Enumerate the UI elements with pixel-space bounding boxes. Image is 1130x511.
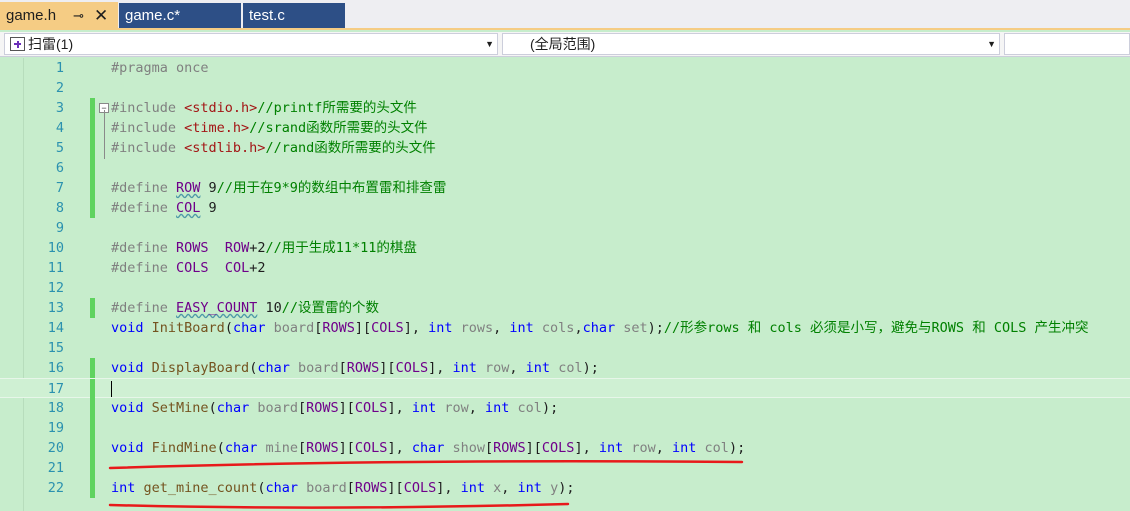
change-marker xyxy=(90,438,95,458)
code-line[interactable]: 14 void InitBoard(char board[ROWS][COLS],… xyxy=(0,318,1130,338)
line-number: 2 xyxy=(55,80,64,96)
scope-dropdown-value: (全局范围) xyxy=(530,36,596,52)
project-dropdown[interactable]: 扫雷(1) ▼ xyxy=(4,33,498,55)
change-marker xyxy=(90,478,95,498)
tab-label: game.c* xyxy=(125,7,181,24)
code-line[interactable]: 12 xyxy=(0,278,1130,298)
code-line[interactable]: 10 #define ROWS ROW+2//用于生成11*11的棋盘 xyxy=(0,238,1130,258)
code-text: #include <time.h>//srand函数所需要的头文件 xyxy=(111,120,428,136)
code-editor[interactable]: 1 #pragma once 2 3− #include <stdio.h>//prin… xyxy=(0,58,1130,511)
tab-game-c[interactable]: game.c* xyxy=(119,3,241,28)
tab-game-h[interactable]: game.h ⊸ ✕ xyxy=(0,2,118,30)
code-line[interactable]: 15 xyxy=(0,338,1130,358)
line-number: 12 xyxy=(47,280,64,296)
project-icon xyxy=(10,37,25,51)
code-line[interactable]: 2 xyxy=(0,78,1130,98)
code-line[interactable]: 5 #include <stdlib.h>//rand函数所需要的头文件 xyxy=(0,138,1130,158)
line-number: 21 xyxy=(47,460,64,476)
line-number: 6 xyxy=(55,160,64,176)
code-text: #define EASY_COUNT 10//设置雷的个数 xyxy=(111,300,379,316)
code-line[interactable]: 1 #pragma once xyxy=(0,58,1130,78)
line-number: 5 xyxy=(55,140,64,156)
code-text: #include <stdio.h>//printf所需要的头文件 xyxy=(111,100,417,116)
red-underline-line-22 xyxy=(108,502,570,509)
line-number: 22 xyxy=(47,480,64,496)
line-number: 11 xyxy=(47,260,64,276)
code-line[interactable]: 9 xyxy=(0,218,1130,238)
line-number: 17 xyxy=(47,381,64,397)
line-number: 9 xyxy=(55,220,64,236)
line-number: 7 xyxy=(55,180,64,196)
change-marker xyxy=(90,158,95,178)
project-dropdown-value: 扫雷(1) xyxy=(28,36,74,52)
tab-label: game.h xyxy=(6,7,57,24)
member-dropdown[interactable] xyxy=(1004,33,1130,55)
code-text: void DisplayBoard(char board[ROWS][COLS]… xyxy=(111,360,599,376)
code-text: void SetMine(char board[ROWS][COLS], int… xyxy=(111,400,559,416)
tab-label: test.c xyxy=(249,7,285,24)
code-line[interactable]: 17 xyxy=(0,378,1130,399)
line-number: 20 xyxy=(47,440,64,456)
fold-guide xyxy=(104,110,105,159)
code-text: #define COLS COL+2 xyxy=(111,260,266,276)
code-text: void InitBoard(char board[ROWS][COLS], i… xyxy=(111,320,1089,336)
line-number: 4 xyxy=(55,120,64,136)
code-text: #define ROW 9//用于在9*9的数组中布置雷和排查雷 xyxy=(111,180,447,196)
code-line[interactable]: 13 #define EASY_COUNT 10//设置雷的个数 xyxy=(0,298,1130,318)
line-number: 16 xyxy=(47,360,64,376)
chevron-down-icon: ▼ xyxy=(987,39,996,49)
code-text: void FindMine(char mine[ROWS][COLS], cha… xyxy=(111,440,746,456)
code-line[interactable]: 6 xyxy=(0,158,1130,178)
code-text: #pragma once xyxy=(111,60,209,76)
change-marker xyxy=(90,458,95,478)
line-number: 13 xyxy=(47,300,64,316)
change-marker xyxy=(90,298,95,318)
code-line[interactable]: 11 #define COLS COL+2 xyxy=(0,258,1130,278)
change-marker xyxy=(90,138,95,158)
code-line[interactable]: 4 #include <time.h>//srand函数所需要的头文件 xyxy=(0,118,1130,138)
code-text: #define ROWS ROW+2//用于生成11*11的棋盘 xyxy=(111,240,417,256)
code-text: #define COL 9 xyxy=(111,200,217,216)
code-line[interactable]: 22 int get_mine_count(char board[ROWS][CO… xyxy=(0,478,1130,498)
change-marker xyxy=(90,358,95,378)
code-line[interactable]: 19 xyxy=(0,418,1130,438)
change-marker xyxy=(90,198,95,218)
code-text: int get_mine_count(char board[ROWS][COLS… xyxy=(111,480,575,496)
text-caret xyxy=(111,381,112,397)
line-number: 15 xyxy=(47,340,64,356)
code-line[interactable]: 8 #define COL 9 xyxy=(0,198,1130,218)
code-line[interactable]: 18 void SetMine(char board[ROWS][COLS], i… xyxy=(0,398,1130,418)
code-line[interactable]: 20 void FindMine(char mine[ROWS][COLS], c… xyxy=(0,438,1130,458)
line-number: 19 xyxy=(47,420,64,436)
line-number: 1 xyxy=(55,60,64,76)
line-number: 8 xyxy=(55,200,64,216)
code-text: #include <stdlib.h>//rand函数所需要的头文件 xyxy=(111,140,436,156)
line-number: 10 xyxy=(47,240,64,256)
code-line[interactable]: 21 xyxy=(0,458,1130,478)
navigation-bar: 扫雷(1) ▼ (全局范围) ▼ xyxy=(0,32,1130,57)
close-icon[interactable]: ✕ xyxy=(94,2,108,30)
line-number: 14 xyxy=(47,320,64,336)
document-tab-bar: game.h ⊸ ✕ game.c* test.c xyxy=(0,0,1130,30)
change-marker xyxy=(90,98,95,118)
line-number: 18 xyxy=(47,400,64,416)
change-marker xyxy=(90,118,95,138)
code-line[interactable]: 7 #define ROW 9//用于在9*9的数组中布置雷和排查雷 xyxy=(0,178,1130,198)
code-line[interactable]: 3− #include <stdio.h>//printf所需要的头文件 xyxy=(0,98,1130,118)
change-marker xyxy=(90,379,95,399)
change-marker xyxy=(90,418,95,438)
scope-dropdown[interactable]: (全局范围) ▼ xyxy=(502,33,1000,55)
pin-icon[interactable]: ⊸ xyxy=(73,2,84,30)
chevron-down-icon: ▼ xyxy=(485,39,494,49)
change-marker xyxy=(90,178,95,198)
change-marker xyxy=(90,398,95,418)
code-line[interactable]: 16 void DisplayBoard(char board[ROWS][COL… xyxy=(0,358,1130,378)
tab-test-c[interactable]: test.c xyxy=(243,3,345,28)
line-number: 3 xyxy=(55,100,64,116)
